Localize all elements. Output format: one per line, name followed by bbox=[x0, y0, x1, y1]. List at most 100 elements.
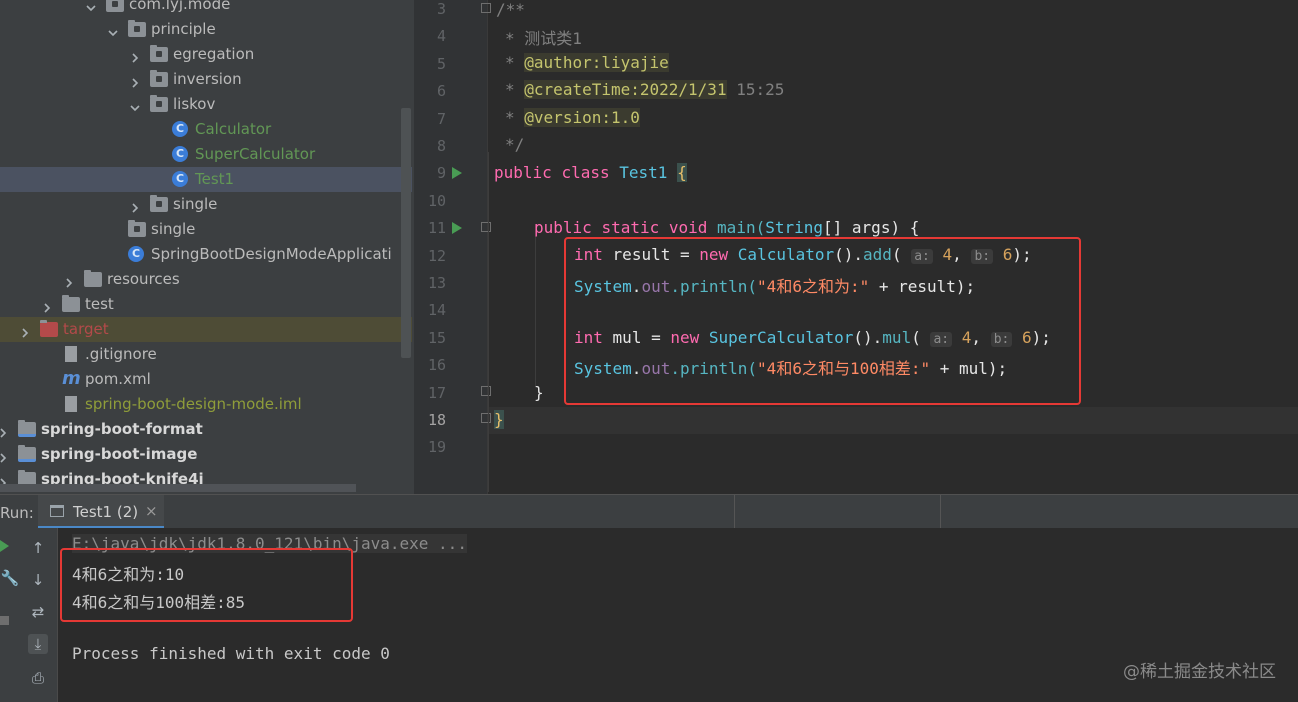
tree-item[interactable]: resources bbox=[0, 267, 412, 292]
tree-item[interactable]: C Test1 bbox=[0, 167, 412, 192]
tree-item[interactable]: spring-boot-design-mode.iml bbox=[0, 392, 412, 417]
code-line-11: public static void main(String[] args) { bbox=[534, 218, 919, 237]
keyword-void: void bbox=[668, 218, 708, 237]
tree-item-label: SuperCalculator bbox=[195, 145, 316, 163]
tree-horizontal-scrollbar[interactable] bbox=[0, 484, 356, 492]
chevron-right-icon[interactable] bbox=[20, 324, 30, 338]
tree-item-label: SpringBootDesignModeApplicati bbox=[151, 245, 392, 263]
tree-item[interactable]: target bbox=[0, 317, 412, 342]
tree-item[interactable]: spring-boot-image bbox=[0, 442, 412, 467]
folder-icon bbox=[84, 270, 102, 287]
line-number: 14 bbox=[427, 301, 446, 320]
line-number: 10 bbox=[427, 191, 446, 210]
chevron-right-icon[interactable] bbox=[42, 299, 52, 313]
tree-item[interactable]: inversion bbox=[0, 67, 412, 92]
line-number: 8 bbox=[436, 137, 446, 155]
tree-item[interactable]: liskov bbox=[0, 92, 412, 117]
watermark: @稀土掘金技术社区 bbox=[1123, 662, 1276, 682]
package-icon bbox=[150, 45, 168, 62]
tree-item[interactable]: single bbox=[0, 217, 412, 242]
package-icon bbox=[106, 0, 124, 12]
line-number: 16 bbox=[427, 356, 446, 375]
console-finish-message: Process finished with exit code 0 bbox=[72, 644, 390, 663]
fold-method-end-icon[interactable] bbox=[481, 386, 491, 396]
comment-star: * bbox=[505, 29, 515, 48]
run-side-toolbar: 🔧 ↑ ↓ ⇄ ⤓ ⎙ bbox=[0, 528, 58, 702]
fold-comment-icon[interactable] bbox=[481, 3, 491, 13]
chevron-down-icon[interactable] bbox=[86, 0, 96, 12]
class-icon: C bbox=[172, 146, 188, 162]
tree-item[interactable]: single bbox=[0, 192, 412, 217]
comment-description: 测试类1 bbox=[524, 29, 582, 48]
code-line-7: * @version:1.0 bbox=[505, 108, 640, 127]
chevron-down-icon[interactable] bbox=[108, 24, 118, 37]
tab-run-test1[interactable]: Test1 (2) × bbox=[38, 495, 164, 529]
tree-item[interactable]: principle bbox=[0, 17, 412, 42]
line-number: 5 bbox=[436, 54, 446, 73]
chevron-right-icon[interactable] bbox=[130, 49, 140, 63]
comment-close: */ bbox=[505, 135, 525, 154]
tree-item[interactable]: m pom.xml bbox=[0, 367, 412, 392]
tree-item[interactable]: test bbox=[0, 292, 412, 317]
chevron-right-icon[interactable] bbox=[64, 274, 74, 288]
code-line-3: /** bbox=[496, 0, 525, 19]
tree-item-label: com.lyj.mode bbox=[129, 0, 231, 13]
comment-star: * bbox=[505, 80, 515, 99]
class-icon: C bbox=[172, 121, 188, 137]
code-highlight-box bbox=[564, 237, 1081, 405]
rerun-icon[interactable] bbox=[0, 540, 9, 552]
run-toolbar: Run: Test1 (2) × bbox=[0, 494, 1298, 529]
tree-item[interactable]: C SuperCalculator bbox=[0, 142, 412, 167]
scroll-to-end-icon[interactable]: ⤓ bbox=[28, 634, 48, 654]
line-number: 4 bbox=[436, 27, 446, 46]
print-icon[interactable]: ⎙ bbox=[28, 668, 48, 688]
chevron-right-icon[interactable] bbox=[130, 74, 140, 88]
chevron-right-icon[interactable] bbox=[0, 474, 8, 488]
tab-label: Test1 (2) bbox=[73, 503, 139, 521]
tree-item[interactable]: egregation bbox=[0, 42, 412, 67]
chevron-right-icon[interactable] bbox=[0, 449, 8, 463]
soft-wrap-icon[interactable]: ⇄ bbox=[28, 602, 48, 622]
chevron-down-icon[interactable] bbox=[130, 99, 140, 112]
line-number: 12 bbox=[427, 246, 446, 265]
chevron-right-icon[interactable] bbox=[0, 424, 8, 438]
close-icon[interactable]: × bbox=[145, 502, 158, 520]
run-class-icon[interactable] bbox=[452, 167, 462, 179]
package-icon bbox=[150, 95, 168, 112]
tree-item[interactable]: C Calculator bbox=[0, 117, 412, 142]
code-line-17: } bbox=[534, 383, 544, 402]
tree-item-label: inversion bbox=[173, 70, 242, 88]
tree-item-label: egregation bbox=[173, 45, 255, 63]
tree-item[interactable]: .gitignore bbox=[0, 342, 412, 367]
tree-item-label: Calculator bbox=[195, 120, 272, 138]
up-arrow-icon[interactable]: ↑ bbox=[28, 538, 48, 558]
line-number: 15 bbox=[427, 328, 446, 347]
wrench-icon[interactable]: 🔧 bbox=[0, 568, 20, 588]
file-icon bbox=[65, 396, 77, 412]
run-main-icon[interactable] bbox=[452, 222, 462, 234]
tree-item-label: spring-boot-design-mode.iml bbox=[85, 395, 302, 413]
tree-item-label: .gitignore bbox=[85, 345, 157, 363]
file-icon bbox=[65, 346, 77, 362]
folder-icon bbox=[40, 320, 58, 337]
tree-item[interactable]: C SpringBootDesignModeApplicati bbox=[0, 242, 412, 267]
code-line-8: */ bbox=[505, 135, 524, 154]
class-name: Test1 bbox=[619, 163, 668, 182]
tree-vertical-scrollbar[interactable] bbox=[401, 108, 411, 358]
fold-method-icon[interactable] bbox=[481, 222, 491, 232]
tree-item[interactable]: com.lyj.mode bbox=[0, 0, 412, 17]
down-arrow-icon[interactable]: ↓ bbox=[28, 570, 48, 590]
version-tag: @version:1.0 bbox=[524, 108, 640, 127]
create-time-value: 15:25 bbox=[736, 80, 785, 99]
indent-guide bbox=[535, 236, 536, 386]
toolbar-divider bbox=[734, 495, 735, 529]
console-icon bbox=[50, 505, 64, 517]
chevron-right-icon[interactable] bbox=[130, 199, 140, 213]
tree-item[interactable]: spring-boot-format bbox=[0, 417, 412, 442]
line-number: 9 bbox=[436, 164, 446, 183]
keyword-public: public bbox=[534, 218, 592, 237]
tree-item-label: test bbox=[85, 295, 114, 313]
method-params: [] args) { bbox=[823, 218, 920, 237]
stop-icon[interactable] bbox=[0, 616, 9, 625]
fold-class-end-icon[interactable] bbox=[481, 413, 491, 423]
